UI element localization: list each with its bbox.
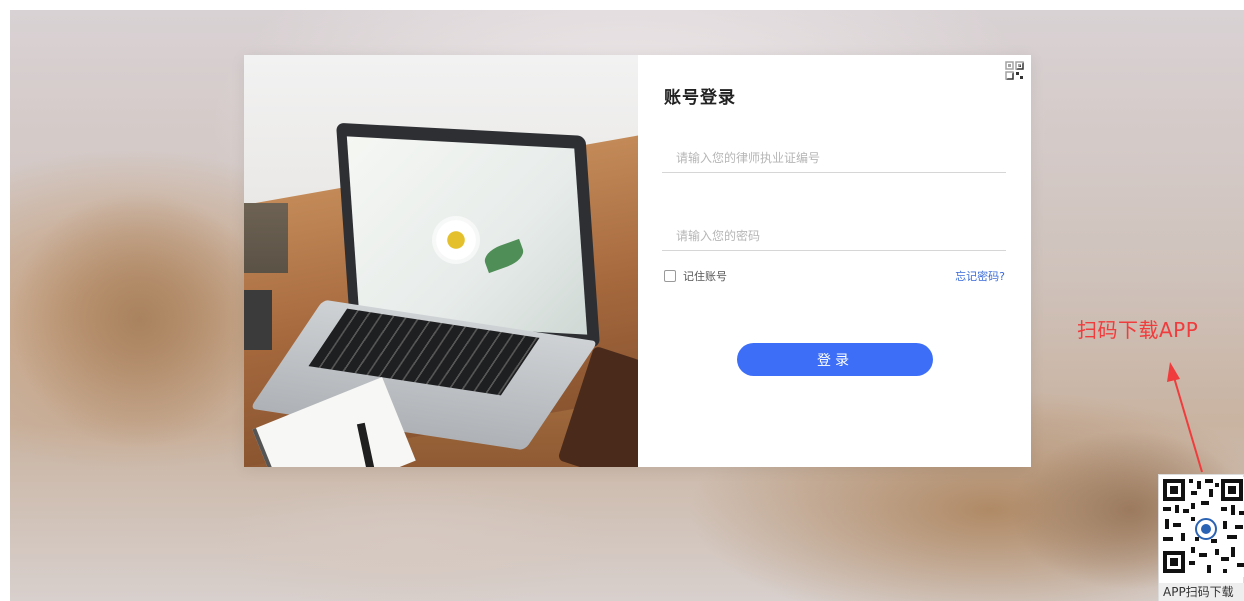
background-blur-left: [10, 190, 270, 450]
login-title: 账号登录: [664, 88, 736, 108]
login-button[interactable]: 登录: [737, 343, 933, 376]
qr-code-icon[interactable]: [1005, 61, 1025, 81]
photo-books: [244, 203, 288, 273]
laptop-desk-photo: [244, 55, 638, 467]
red-arrow-up-icon: [1167, 362, 1203, 473]
photo-flower: [436, 220, 476, 260]
remember-checkbox[interactable]: [664, 270, 676, 282]
photo-book-dark: [244, 290, 272, 350]
login-card: 账号登录 记住账号 忘记密码? 登录: [244, 55, 1031, 467]
download-app-callout: 扫码下载APP: [1077, 318, 1199, 342]
remember-account[interactable]: 记住账号: [664, 268, 727, 284]
qr-caption: APP扫码下载: [1159, 583, 1244, 601]
password-input[interactable]: [662, 221, 1006, 251]
qr-center-logo-icon: [1195, 518, 1217, 540]
remember-label: 记住账号: [683, 270, 727, 283]
background-blur-bottom: [210, 480, 610, 601]
app-qr-code[interactable]: APP扫码下载: [1158, 474, 1244, 601]
license-number-input[interactable]: [662, 143, 1006, 173]
login-form-panel: 账号登录 记住账号 忘记密码? 登录: [638, 55, 1031, 467]
forgot-password-link[interactable]: 忘记密码?: [955, 268, 1005, 284]
